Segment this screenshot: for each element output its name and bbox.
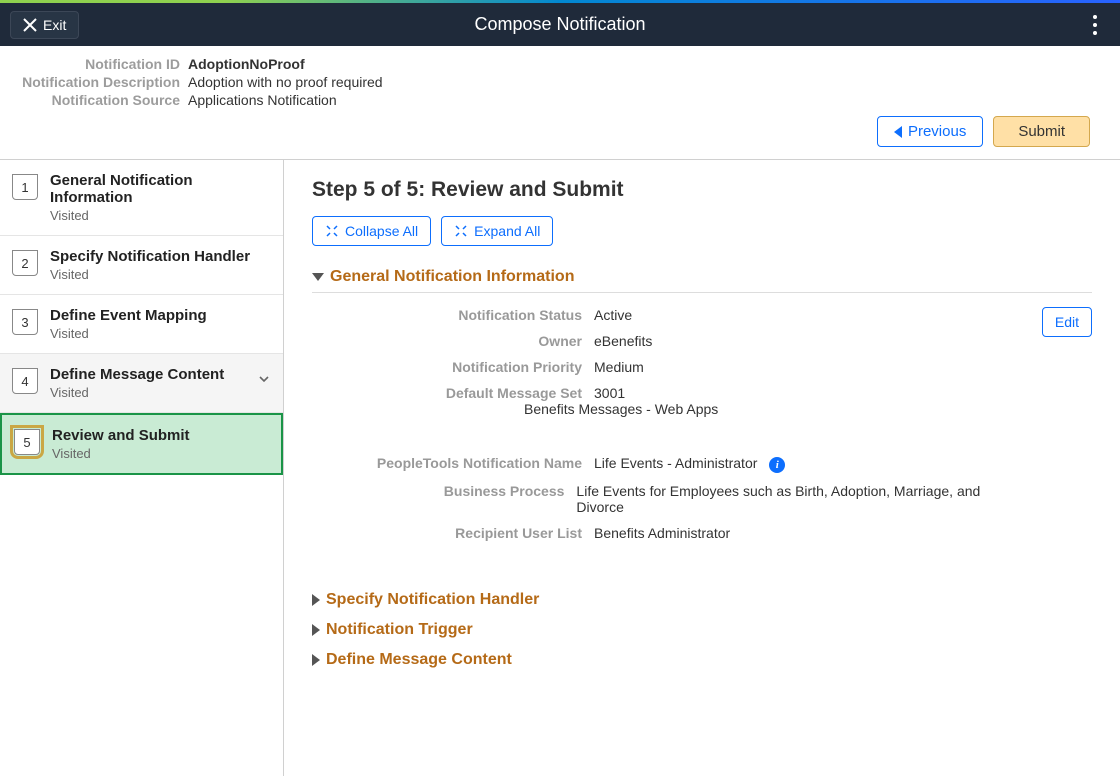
- meta-row: Notification ID AdoptionNoProof: [0, 56, 1100, 72]
- section-body-general: Edit Notification Status Active Owner eB…: [312, 307, 1092, 541]
- step-title: General Notification Information: [50, 172, 271, 206]
- wizard-step-5[interactable]: 5 Review and Submit Visited: [0, 413, 283, 475]
- expand-all-button[interactable]: Expand All: [441, 216, 553, 246]
- field-label: PeopleTools Notification Name: [312, 455, 582, 471]
- section-heading-label: Define Message Content: [326, 651, 512, 669]
- wizard-step-1[interactable]: 1 General Notification Information Visit…: [0, 160, 283, 236]
- chevron-down-icon: [257, 372, 271, 391]
- section-heading-label: General Notification Information: [330, 268, 574, 286]
- exit-label: Exit: [43, 17, 66, 33]
- section-heading-handler[interactable]: Specify Notification Handler: [312, 591, 1092, 609]
- app-header: Exit Compose Notification: [0, 3, 1120, 46]
- chevron-left-icon: [894, 126, 902, 138]
- field-label: Notification Priority: [312, 359, 582, 375]
- previous-label: Previous: [908, 123, 966, 140]
- meta-row: Notification Description Adoption with n…: [0, 74, 1100, 90]
- info-icon[interactable]: i: [769, 457, 785, 473]
- section-heading-message-content[interactable]: Define Message Content: [312, 651, 1092, 669]
- field-label: Notification Status: [312, 307, 582, 323]
- field-sub-row: Benefits Messages - Web Apps: [312, 401, 1002, 417]
- step-title: Define Message Content: [50, 366, 245, 383]
- field-value: Life Events for Employees such as Birth,…: [576, 483, 1002, 515]
- field-row: Default Message Set 3001: [312, 385, 1002, 401]
- body: 1 General Notification Information Visit…: [0, 159, 1120, 776]
- more-vertical-icon: [1093, 13, 1097, 37]
- step-state: Visited: [52, 446, 269, 461]
- meta-value: Applications Notification: [188, 92, 337, 108]
- wizard-actions: Previous Submit: [0, 110, 1100, 159]
- field-row: Owner eBenefits: [312, 333, 1002, 349]
- field-label: Recipient User List: [312, 525, 582, 541]
- section-heading-trigger[interactable]: Notification Trigger: [312, 621, 1092, 639]
- step-badge: 4: [12, 368, 38, 394]
- expand-all-label: Expand All: [474, 223, 540, 239]
- collapse-icon: [325, 224, 339, 238]
- page-title: Compose Notification: [0, 14, 1120, 35]
- field-value: Life Events - Administrator: [594, 455, 757, 471]
- edit-label: Edit: [1055, 314, 1079, 330]
- submit-button[interactable]: Submit: [993, 116, 1090, 147]
- field-row: Business Process Life Events for Employe…: [312, 483, 1002, 515]
- content-area: Step 5 of 5: Review and Submit Collapse …: [284, 160, 1120, 776]
- field-label: Business Process: [312, 483, 564, 499]
- expand-icon: [454, 224, 468, 238]
- step-state: Visited: [50, 326, 271, 341]
- wizard-sidebar: 1 General Notification Information Visit…: [0, 160, 284, 776]
- content-step-title: Step 5 of 5: Review and Submit: [312, 178, 1092, 202]
- step-title: Specify Notification Handler: [50, 248, 271, 265]
- meta-value: Adoption with no proof required: [188, 74, 383, 90]
- wizard-step-2[interactable]: 2 Specify Notification Handler Visited: [0, 236, 283, 295]
- step-state: Visited: [50, 267, 271, 282]
- meta-label: Notification ID: [0, 56, 180, 72]
- collapse-all-button[interactable]: Collapse All: [312, 216, 431, 246]
- wizard-step-4[interactable]: 4 Define Message Content Visited: [0, 354, 283, 413]
- field-value: eBenefits: [594, 333, 652, 349]
- field-row: Notification Priority Medium: [312, 359, 1002, 375]
- meta-label: Notification Source: [0, 92, 180, 108]
- triangle-down-icon: [312, 273, 324, 281]
- step-badge: 2: [12, 250, 38, 276]
- field-label: Default Message Set: [312, 385, 582, 401]
- step-badge: 5: [14, 429, 40, 455]
- field-value-wrap: Life Events - Administrator i: [594, 455, 785, 473]
- field-value: Active: [594, 307, 632, 323]
- field-row: Notification Status Active: [312, 307, 1002, 323]
- exit-button[interactable]: Exit: [10, 11, 79, 39]
- field-label: Owner: [312, 333, 582, 349]
- meta-row: Notification Source Applications Notific…: [0, 92, 1100, 108]
- field-value: Medium: [594, 359, 644, 375]
- more-actions-button[interactable]: [1080, 10, 1110, 40]
- step-badge: 3: [12, 309, 38, 335]
- triangle-right-icon: [312, 624, 320, 636]
- section-heading-label: Specify Notification Handler: [326, 591, 539, 609]
- step-state: Visited: [50, 208, 271, 223]
- subheader: Notification ID AdoptionNoProof Notifica…: [0, 46, 1120, 159]
- wizard-step-3[interactable]: 3 Define Event Mapping Visited: [0, 295, 283, 354]
- field-value: 3001: [594, 385, 625, 401]
- triangle-right-icon: [312, 594, 320, 606]
- step-title: Define Event Mapping: [50, 307, 271, 324]
- section-heading-general[interactable]: General Notification Information: [312, 268, 1092, 293]
- section-heading-label: Notification Trigger: [326, 621, 473, 639]
- submit-label: Submit: [1018, 123, 1065, 140]
- expand-collapse-toolbar: Collapse All Expand All: [312, 216, 1092, 246]
- triangle-right-icon: [312, 654, 320, 666]
- field-row: PeopleTools Notification Name Life Event…: [312, 455, 1002, 473]
- step-title: Review and Submit: [52, 427, 269, 444]
- meta-rows: Notification ID AdoptionNoProof Notifica…: [0, 56, 1100, 108]
- meta-value: AdoptionNoProof: [188, 56, 305, 72]
- step-state: Visited: [50, 385, 245, 400]
- collapse-all-label: Collapse All: [345, 223, 418, 239]
- field-row: Recipient User List Benefits Administrat…: [312, 525, 1002, 541]
- field-value: Benefits Administrator: [594, 525, 730, 541]
- previous-button[interactable]: Previous: [877, 116, 983, 147]
- close-icon: [23, 18, 37, 32]
- meta-label: Notification Description: [0, 74, 180, 90]
- field-subvalue: Benefits Messages - Web Apps: [524, 401, 718, 417]
- step-badge: 1: [12, 174, 38, 200]
- edit-button[interactable]: Edit: [1042, 307, 1092, 337]
